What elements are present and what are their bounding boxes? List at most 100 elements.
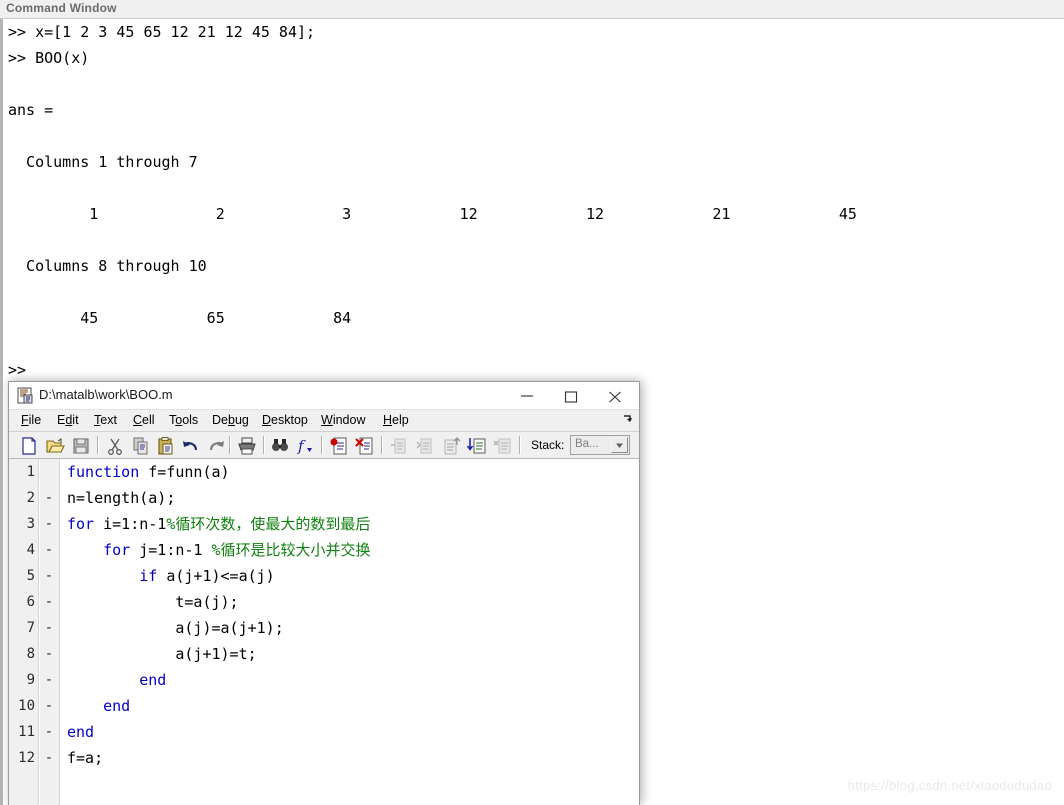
menu-item-help[interactable]: Help [383,413,409,427]
editor-title-text: D:\matalb\work\BOO.m [39,387,173,402]
executable-line-marker[interactable]: - [43,511,55,537]
redo-icon[interactable] [206,436,226,456]
code-line[interactable]: 4- for j=1:n-1 %循环是比较大小并交换 [9,537,639,563]
line-number: 8 [26,646,35,662]
set-breakpoint-icon[interactable] [329,436,349,456]
executable-line-marker[interactable]: - [43,589,55,615]
menu-item-desktop[interactable]: Desktop [262,413,308,427]
code-keyword: if [139,567,158,585]
executable-line-marker[interactable]: - [43,537,55,563]
code-keyword: end [139,671,167,689]
continue-icon[interactable] [466,436,487,456]
toolbar-separator-2 [229,436,231,454]
step-out-icon[interactable] [441,436,461,456]
executable-line-marker[interactable]: - [43,719,55,745]
line-number: 5 [26,568,35,584]
code-text[interactable]: t=a(j); [67,589,239,615]
step-icon[interactable] [389,436,409,456]
code-plain: j=1:n-1 [130,541,212,559]
line-number: 6 [26,594,35,610]
executable-line-marker[interactable]: - [43,745,55,771]
code-line[interactable]: 8- a(j+1)=t; [9,641,639,667]
code-line[interactable]: 1 function f=funn(a) [9,459,639,485]
code-line[interactable]: 11- end [9,719,639,745]
find-icon[interactable] [270,436,290,456]
command-line: 45 65 84 [8,309,352,327]
screen-root: Command Window >> x=[1 2 3 45 65 12 21 1… [0,0,1064,805]
command-window-titlebar: Command Window [0,0,1064,19]
code-plain: i=1:n-1 [94,515,167,533]
menu-overflow-icon[interactable] [623,414,633,427]
quit-debugging-icon[interactable] [493,436,513,456]
menu-item-tools[interactable]: Tools [169,413,198,427]
command-line: >> BOO(x) [8,49,90,67]
executable-line-marker[interactable]: - [43,667,55,693]
code-text[interactable]: end [67,719,94,745]
toolbar-separator-6 [519,436,521,454]
code-text[interactable]: a(j+1)=t; [67,641,256,667]
code-text[interactable]: function f=funn(a) [67,459,230,485]
code-lines[interactable]: 1 function f=funn(a) 2- n=length(a); 3- for i… [9,459,639,771]
code-text[interactable]: end [67,667,166,693]
maximize-button[interactable] [549,382,593,409]
code-text[interactable]: if a(j+1)<=a(j) [67,563,274,589]
stack-dropdown[interactable]: Ba... [570,435,630,455]
code-plain [67,697,103,715]
executable-line-marker[interactable]: - [43,641,55,667]
code-line[interactable]: 6- t=a(j); [9,589,639,615]
command-blank-line [8,71,1058,97]
menu-item-file[interactable]: File [21,413,41,427]
code-text[interactable]: n=length(a); [67,485,175,511]
command-window-text[interactable]: >> x=[1 2 3 45 65 12 21 12 45 84]; >> BOO… [8,19,1058,383]
code-line[interactable]: 12- f=a; [9,745,639,771]
code-text[interactable]: for i=1:n-1%循环次数，使最大的数到最后 [67,511,370,537]
code-text[interactable]: end [67,693,130,719]
menu-item-text[interactable]: Text [94,413,117,427]
clear-breakpoints-icon[interactable] [355,436,375,456]
executable-line-marker[interactable]: - [43,693,55,719]
undo-icon[interactable] [181,436,201,456]
code-text[interactable]: a(j)=a(j+1); [67,615,283,641]
code-line[interactable]: 9- end [9,667,639,693]
code-plain: t=a(j); [67,593,239,611]
code-text[interactable]: for j=1:n-1 %循环是比较大小并交换 [67,537,370,563]
cut-icon[interactable] [105,436,125,456]
executable-line-marker[interactable]: - [43,563,55,589]
minimize-button[interactable] [505,382,549,409]
code-plain: n=length(a); [67,489,176,507]
save-file-icon[interactable] [71,436,91,456]
open-file-icon[interactable] [45,436,65,456]
matlab-file-icon [17,387,34,404]
close-button[interactable] [593,382,637,409]
code-line[interactable]: 2- n=length(a); [9,485,639,511]
copy-icon[interactable] [131,436,151,456]
code-line[interactable]: 5- if a(j+1)<=a(j) [9,563,639,589]
menu-item-debug[interactable]: Debug [212,413,249,427]
code-line[interactable]: 3- for i=1:n-1%循环次数，使最大的数到最后 [9,511,639,537]
step-in-icon[interactable] [415,436,435,456]
editor-code-area[interactable]: 1 function f=funn(a) 2- n=length(a); 3- for i… [9,459,639,805]
print-icon[interactable] [237,436,257,456]
chevron-down-icon[interactable] [611,437,628,453]
function-browser-icon[interactable]: f [295,436,315,456]
editor-window: D:\matalb\work\BOO.m File Edit Text Cell Too… [8,381,640,805]
paste-icon[interactable] [156,436,176,456]
executable-line-marker[interactable]: - [43,485,55,511]
watermark-text: https://blog.csdn.net/xiaodududao [847,778,1052,793]
line-number: 3 [26,516,35,532]
menu-item-cell[interactable]: Cell [133,413,155,427]
command-line: Columns 1 through 7 [8,153,198,171]
code-keyword: for [67,515,95,533]
code-text[interactable]: f=a; [67,745,103,771]
command-line: ans = [8,101,54,119]
code-line[interactable]: 10- end [9,693,639,719]
svg-text:f: f [297,437,306,455]
editor-titlebar[interactable]: D:\matalb\work\BOO.m [9,382,639,410]
code-keyword: end [103,697,131,715]
editor-toolbar: Stack: Ba... f [9,432,639,459]
code-line[interactable]: 7- a(j)=a(j+1); [9,615,639,641]
menu-item-edit[interactable]: Edit [57,413,79,427]
executable-line-marker[interactable]: - [43,615,55,641]
menu-item-window[interactable]: Window [321,413,365,427]
new-file-icon[interactable] [19,436,39,456]
